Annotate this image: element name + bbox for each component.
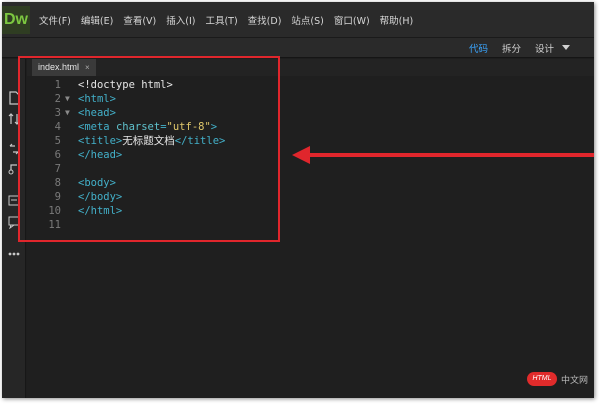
watermark-badge: HTML: [527, 372, 557, 386]
menu-insert[interactable]: 插入(I): [166, 13, 195, 27]
menu-tools[interactable]: 工具(T): [205, 13, 237, 27]
annotation-arrow-head: [292, 146, 310, 164]
view-switcher-bar: 代码 拆分 设计: [2, 38, 594, 58]
watermark: HTML 中文网: [527, 372, 588, 386]
menu-help[interactable]: 帮助(H): [380, 13, 414, 27]
menu-view[interactable]: 查看(V): [123, 13, 156, 27]
code-view-button[interactable]: 代码: [469, 41, 488, 55]
menu-find[interactable]: 查找(D): [248, 13, 282, 27]
watermark-text: 中文网: [561, 375, 589, 386]
design-view-button[interactable]: 设计: [535, 41, 554, 55]
menu-bar: Dw 文件(F) 编辑(E) 查看(V) 插入(I) 工具(T) 查找(D) 站…: [2, 2, 594, 38]
menu-edit[interactable]: 编辑(E): [81, 13, 113, 27]
chevron-down-icon[interactable]: [562, 45, 570, 50]
app-logo: Dw: [2, 6, 30, 34]
annotation-arrow-shaft: [308, 153, 594, 157]
split-view-button[interactable]: 拆分: [502, 41, 521, 55]
menu-site[interactable]: 站点(S): [291, 13, 323, 27]
menu-file[interactable]: 文件(F): [39, 13, 71, 27]
more-icon[interactable]: [6, 247, 22, 263]
menu-window[interactable]: 窗口(W): [334, 13, 370, 27]
menu-items: 文件(F) 编辑(E) 查看(V) 插入(I) 工具(T) 查找(D) 站点(S…: [39, 2, 423, 38]
annotation-highlight-box: [18, 56, 280, 242]
view-buttons: 代码 拆分 设计: [455, 38, 554, 58]
